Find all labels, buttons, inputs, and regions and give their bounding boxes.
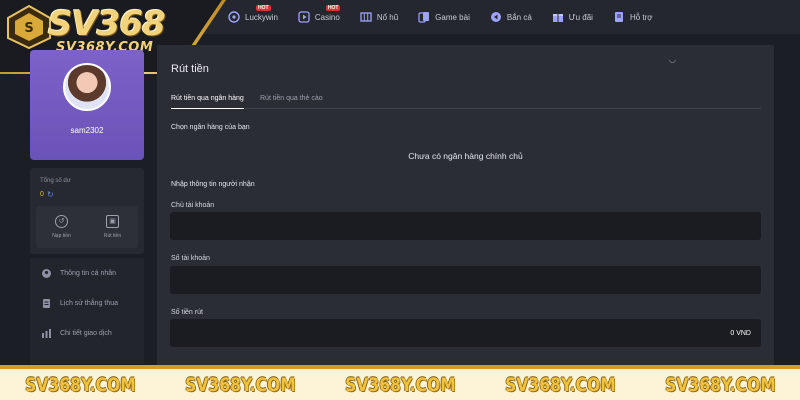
- user-icon: [42, 268, 51, 278]
- sidebar-menu: Thông tin cá nhân Lịch sử thắng thua Chi…: [30, 258, 144, 364]
- footer-watermark: SV368Y.COM: [344, 373, 456, 396]
- nav-label: Luckywin: [245, 12, 278, 22]
- slot-machine-icon: [360, 11, 372, 23]
- nav-item-ho-tro[interactable]: Hỗ trợ: [613, 0, 653, 34]
- account-holder-label: Chủ tài khoản: [171, 202, 215, 209]
- nav-label: Casino: [314, 12, 340, 22]
- sidebar-item-label: Chi tiết giao dịch: [60, 329, 112, 337]
- withdraw-label: Rút tiền: [103, 233, 122, 239]
- nav-item-no-hu[interactable]: Nổ hũ: [360, 0, 398, 34]
- footer-watermark: SV368Y.COM: [184, 373, 296, 396]
- nav-label: Hỗ trợ: [629, 12, 653, 22]
- nav-label: Nổ hũ: [376, 12, 399, 22]
- balance-actions: ↺ Nạp tiền ▣ Rút tiền: [36, 206, 138, 248]
- tab-bank-withdraw[interactable]: Rút tiền qua ngân hàng: [171, 95, 244, 109]
- deposit-button[interactable]: ↺ Nạp tiền: [36, 206, 87, 248]
- nav-label: Game bài: [435, 12, 470, 22]
- account-number-field[interactable]: [170, 266, 761, 294]
- balance-card: Tổng số dư 0 ↻ ↺ Nạp tiền ▣ Rút tiền: [30, 168, 144, 254]
- page-title: Rút tiền: [171, 63, 209, 75]
- account-number-label: Số tài khoản: [171, 255, 210, 262]
- tab-card-withdraw[interactable]: Rút tiền qua thẻ cào: [260, 95, 323, 109]
- lucky-wheel-icon: [228, 11, 240, 23]
- sidebar-item-win-loss-history[interactable]: Lịch sử thắng thua: [30, 288, 144, 318]
- recipient-section-label: Nhập thông tin người nhận: [171, 181, 255, 188]
- withdraw-amount-field[interactable]: [170, 319, 761, 347]
- balance-label: Tổng số dư: [40, 178, 71, 184]
- withdraw-tabs: Rút tiền qua ngân hàng Rút tiền qua thẻ …: [171, 95, 761, 109]
- footer-watermark: SV368Y.COM: [664, 373, 776, 396]
- sidebar-item-label: Thông tin cá nhân: [60, 269, 117, 277]
- amount-label: Số tiền rút: [171, 309, 203, 316]
- account-holder-field[interactable]: [170, 212, 761, 240]
- casino-play-icon: [298, 11, 310, 23]
- fish-icon: [490, 11, 502, 23]
- nav-item-luckywin[interactable]: Luckywin HOT: [228, 0, 278, 34]
- nav-item-uu-dai[interactable]: Ưu đãi: [552, 0, 593, 34]
- cards-icon: [418, 11, 430, 23]
- support-book-icon: [613, 11, 625, 23]
- history-icon: [43, 298, 50, 308]
- refresh-icon[interactable]: ↻: [47, 190, 54, 199]
- gift-icon: [552, 11, 564, 23]
- withdraw-icon: ▣: [106, 215, 119, 228]
- footer-banner: SV368Y.COM SV368Y.COM SV368Y.COM SV368Y.…: [0, 369, 800, 400]
- username: sam2302: [70, 126, 104, 135]
- withdraw-button[interactable]: ▣ Rút tiền: [87, 206, 138, 248]
- profile-card: sam2302: [30, 50, 144, 160]
- footer-watermark: SV368Y.COM: [24, 373, 136, 396]
- nav-label: Ưu đãi: [568, 12, 593, 22]
- logo-text: SV368: [48, 4, 166, 44]
- logo-emblem-icon: S: [7, 4, 51, 50]
- sidebar-item-transaction-details[interactable]: Chi tiết giao dịch: [30, 318, 144, 348]
- hot-badge: HOT: [325, 5, 341, 11]
- hot-badge: HOT: [256, 5, 271, 11]
- deposit-icon: ↺: [55, 215, 68, 228]
- no-bank-message: Chưa có ngân hàng chính chủ: [408, 151, 523, 161]
- page: S SV368 SV368Y.COM Luckywin HOT Casino H…: [0, 0, 800, 400]
- transactions-icon: [42, 328, 51, 338]
- footer-watermark: SV368Y.COM: [504, 373, 616, 396]
- balance-value: 0: [40, 191, 44, 198]
- deposit-label: Nạp tiền: [52, 233, 71, 239]
- nav-label: Bắn cá: [506, 12, 532, 22]
- svg-text:S: S: [24, 21, 33, 36]
- nav-item-game-bai[interactable]: Game bài: [418, 0, 470, 34]
- sidebar-item-label: Lịch sử thắng thua: [60, 299, 119, 307]
- avatar[interactable]: [63, 63, 111, 111]
- nav-item-ban-ca[interactable]: Bắn cá: [490, 0, 532, 34]
- bank-section-label: Chọn ngân hàng của bạn: [171, 124, 250, 131]
- nav-item-casino[interactable]: Casino HOT: [298, 0, 341, 34]
- main-nav: Luckywin HOT Casino HOT Nổ hũ Game bài B…: [228, 0, 673, 34]
- withdraw-panel: Rút tiền ◡ Rút tiền qua ngân hàng Rút ti…: [157, 45, 774, 367]
- eye-icon[interactable]: ◡: [669, 55, 676, 64]
- sidebar-item-profile-info[interactable]: Thông tin cá nhân: [30, 258, 144, 288]
